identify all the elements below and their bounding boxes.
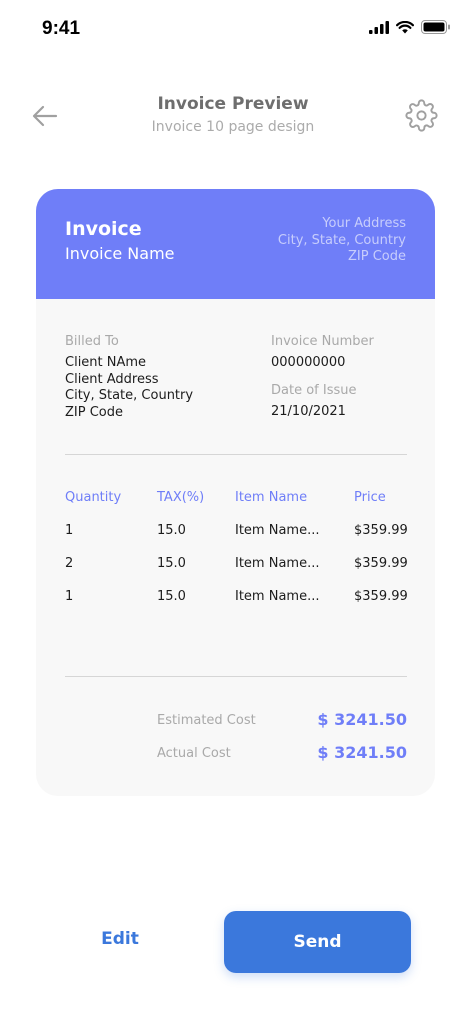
divider bbox=[65, 676, 407, 677]
page-title: Invoice Preview bbox=[157, 94, 309, 114]
column-header-item: Item Name bbox=[235, 490, 308, 505]
row-item: Item Name... bbox=[235, 523, 320, 538]
row-price: $359.99 bbox=[354, 523, 408, 538]
invoice-number-label: Invoice Number bbox=[271, 334, 374, 349]
edit-button[interactable]: Edit bbox=[60, 929, 180, 957]
client-city: City, State, Country bbox=[65, 388, 194, 403]
row-tax: 15.0 bbox=[157, 556, 186, 571]
row-quantity: 1 bbox=[65, 523, 74, 538]
actual-cost-value: $ 3241.50 bbox=[317, 743, 407, 762]
row-price: $359.99 bbox=[354, 589, 408, 604]
row-price: $359.99 bbox=[354, 556, 408, 571]
row-item: Item Name... bbox=[235, 589, 320, 604]
address-line: City, State, Country bbox=[277, 232, 406, 248]
invoice-title: Invoice bbox=[65, 218, 142, 240]
billed-to-label: Billed To bbox=[65, 334, 119, 349]
row-tax: 15.0 bbox=[157, 589, 186, 604]
status-time: 9:41 bbox=[42, 18, 81, 39]
client-name: Client NAme bbox=[65, 355, 147, 370]
status-icons bbox=[369, 20, 451, 34]
page-subtitle: Invoice 10 page design bbox=[151, 119, 315, 135]
invoice-number: 000000000 bbox=[271, 355, 346, 370]
settings-button[interactable] bbox=[405, 99, 438, 132]
row-quantity: 2 bbox=[65, 556, 74, 571]
gear-icon bbox=[405, 99, 438, 132]
divider bbox=[65, 454, 407, 455]
column-header-price: Price bbox=[354, 490, 386, 505]
actual-cost-label: Actual Cost bbox=[157, 746, 231, 761]
wifi-icon bbox=[396, 20, 414, 33]
issue-date: 21/10/2021 bbox=[271, 404, 346, 419]
address-line: ZIP Code bbox=[348, 249, 406, 264]
battery-icon bbox=[421, 20, 450, 34]
address-line: Your Address bbox=[322, 216, 406, 231]
send-button[interactable]: Send bbox=[224, 911, 411, 973]
invoice-header: Invoice Invoice Name Your Address City, … bbox=[36, 189, 435, 299]
invoice-card: Invoice Invoice Name Your Address City, … bbox=[36, 189, 435, 796]
column-header-quantity: Quantity bbox=[65, 490, 122, 505]
estimated-cost-label: Estimated Cost bbox=[157, 713, 256, 728]
row-item: Item Name... bbox=[235, 556, 320, 571]
invoice-name: Invoice Name bbox=[65, 244, 175, 263]
billed-to-details: Client NAme Client Address City, State, … bbox=[65, 355, 193, 421]
row-tax: 15.0 bbox=[157, 523, 186, 538]
sender-address: Your Address City, State, Country ZIP Co… bbox=[278, 216, 406, 266]
client-address: Client Address bbox=[65, 371, 159, 387]
client-zip: ZIP Code bbox=[65, 404, 123, 420]
estimated-cost-value: $ 3241.50 bbox=[317, 710, 407, 729]
date-label: Date of Issue bbox=[271, 383, 357, 398]
status-bar: 9:41 bbox=[0, 0, 471, 60]
row-quantity: 1 bbox=[65, 589, 74, 604]
column-header-tax: TAX(%) bbox=[157, 490, 205, 505]
signal-icon bbox=[369, 20, 389, 34]
